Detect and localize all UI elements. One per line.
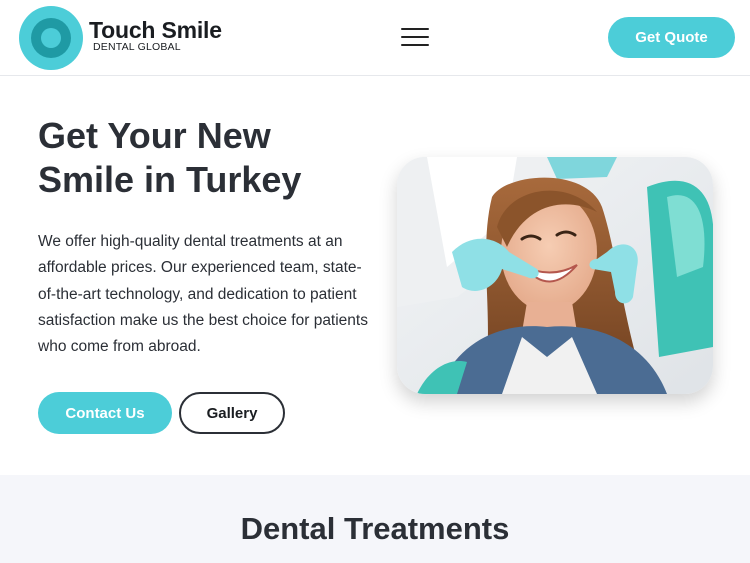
menu-line [401, 44, 429, 46]
get-quote-button[interactable]: Get Quote [608, 17, 735, 58]
hero-description: We offer high-quality dental treatments … [38, 233, 368, 356]
logo-ring [31, 18, 71, 58]
treatments-title: Dental Treatments [240, 511, 510, 546]
site-header: Touch Smile DENTAL GLOBAL Get Quote [0, 0, 750, 76]
brand-subtitle: DENTAL GLOBAL [93, 41, 181, 53]
gallery-button[interactable]: Gallery [179, 392, 285, 434]
logo-icon[interactable] [19, 6, 83, 70]
brand-name[interactable]: Touch Smile [89, 17, 222, 44]
hamburger-menu-icon[interactable] [401, 27, 429, 47]
contact-us-button[interactable]: Contact Us [38, 392, 172, 434]
logo-core [41, 28, 61, 48]
menu-line [401, 28, 429, 30]
hero-title: Get Your New Smile in Turkey [38, 115, 302, 200]
menu-line [401, 36, 429, 38]
treatments-section: Dental Treatments [0, 475, 750, 563]
patient-smiling-illustration [397, 157, 713, 394]
hero-patient-photo [397, 157, 713, 394]
